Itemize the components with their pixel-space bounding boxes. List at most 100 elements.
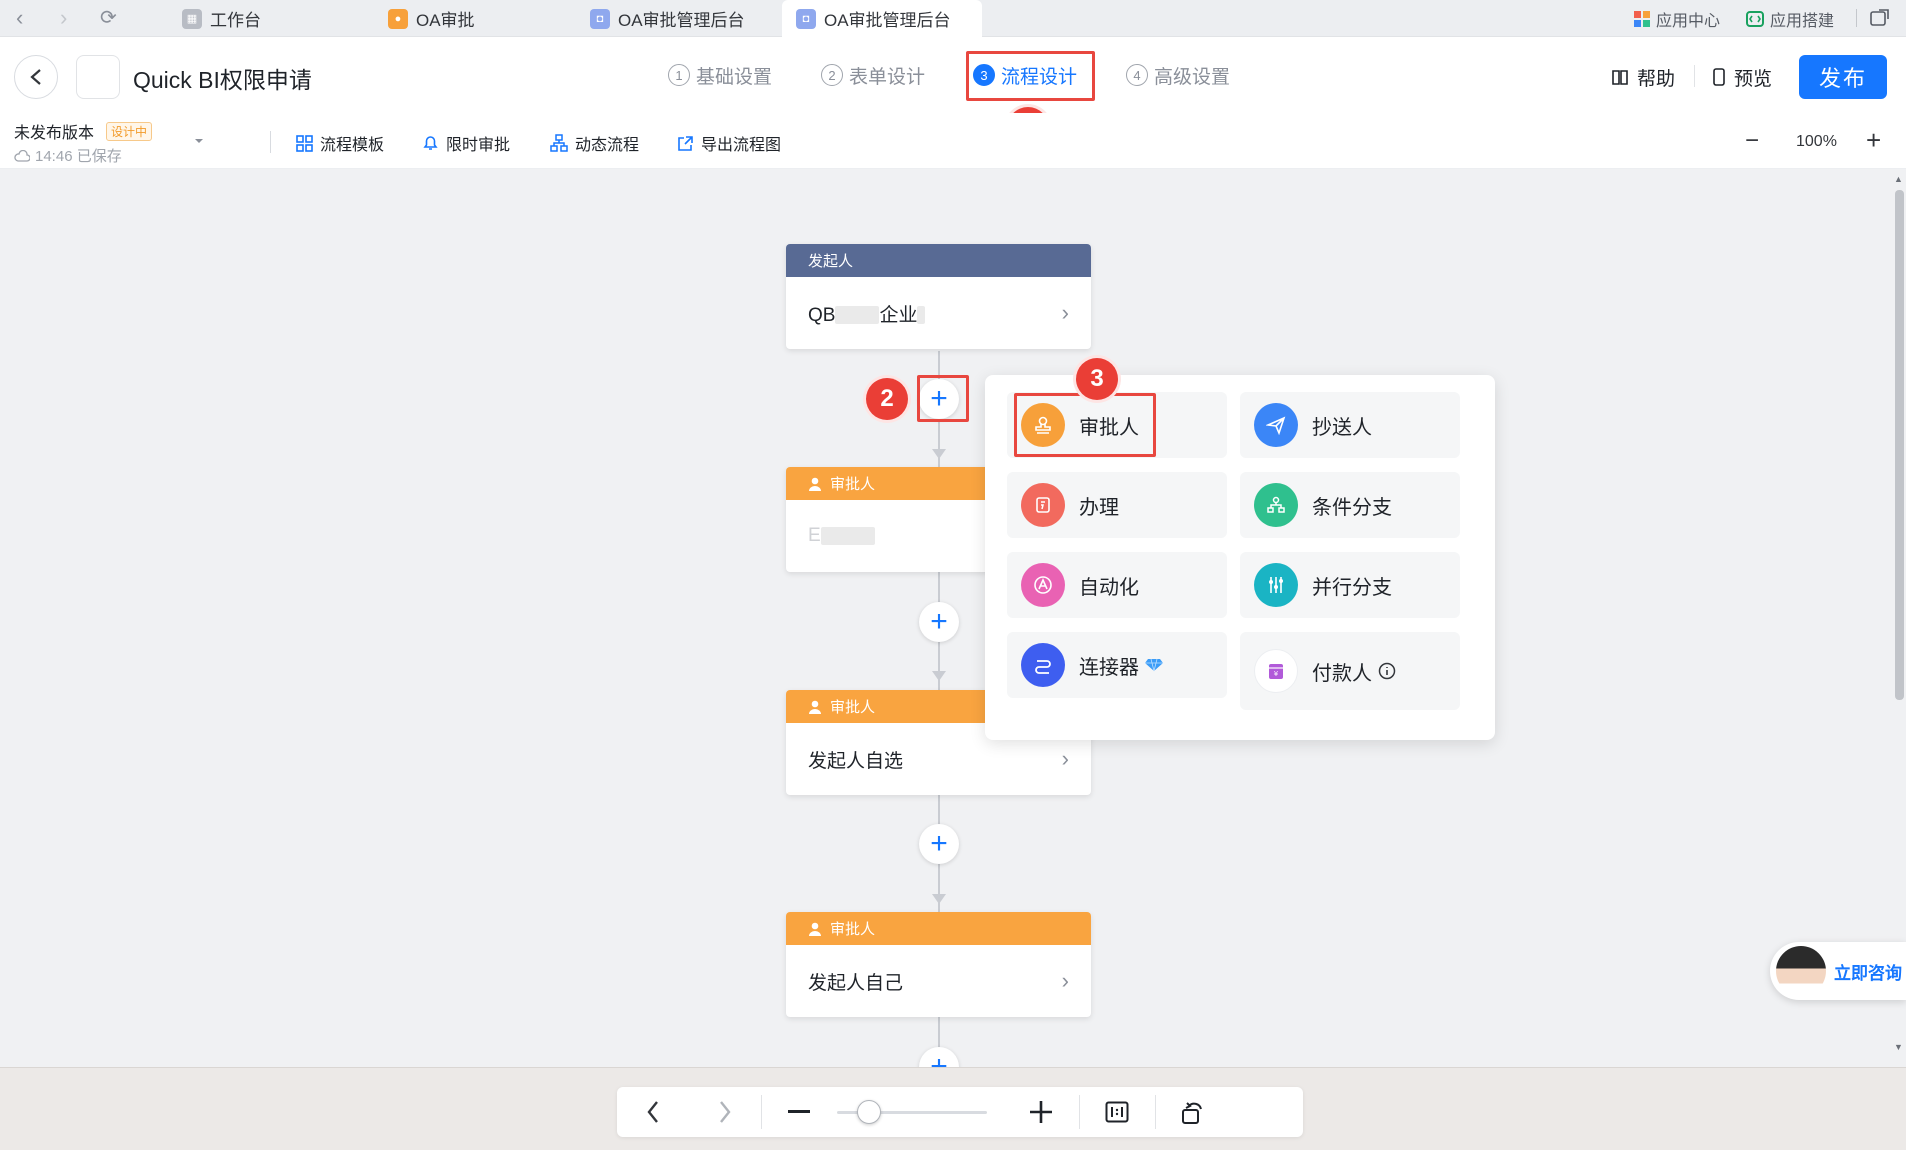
redacted-text <box>820 526 875 545</box>
workbench-icon: ▦ <box>182 8 202 29</box>
window-icon[interactable] <box>1870 9 1890 27</box>
person-icon <box>809 477 821 491</box>
node-header: 发起人 <box>786 244 1091 277</box>
node-type-connector[interactable]: 连接器 <box>1007 632 1227 698</box>
bell-icon <box>423 136 438 150</box>
dynamic-process-button[interactable]: 动态流程 <box>550 131 639 155</box>
caret-down-icon[interactable] <box>193 137 205 145</box>
automation-icon <box>1021 563 1065 607</box>
dynamic-label: 动态流程 <box>575 137 640 154</box>
add-node-button[interactable]: + <box>919 1047 959 1067</box>
step-label: 基础设置 <box>696 66 773 88</box>
step-form-design[interactable]: 2 表单设计 <box>821 59 925 91</box>
tab-label: OA审批 <box>416 11 475 30</box>
actual-size-icon <box>1105 1101 1129 1123</box>
zoom-out-button[interactable]: − <box>1745 127 1759 155</box>
avatar <box>1776 946 1826 996</box>
divider <box>761 1095 762 1129</box>
scroll-down-icon[interactable]: ▼ <box>1894 1042 1903 1052</box>
node-content: QB 企业 <box>808 300 926 327</box>
next-button[interactable] <box>689 1087 761 1137</box>
refresh-icon[interactable]: ⟳ <box>100 4 117 32</box>
publish-button[interactable]: 发布 <box>1799 55 1887 99</box>
connector-arrow <box>932 449 946 459</box>
node-type-label: 自动化 <box>1079 576 1139 599</box>
scroll-up-icon[interactable]: ▲ <box>1894 174 1903 184</box>
app-center-icon <box>1634 10 1650 27</box>
node-text: QB <box>808 304 836 326</box>
help-button[interactable]: 帮助 <box>1611 61 1675 93</box>
node-type-cc[interactable]: 抄送人 <box>1240 392 1460 458</box>
annotation-marker-2: 2 <box>866 378 908 420</box>
highlight-box-step <box>966 51 1095 101</box>
svg-text:¥: ¥ <box>1274 670 1279 678</box>
rotate-button[interactable] <box>1157 1087 1229 1137</box>
preview-button[interactable]: 预览 <box>1712 61 1772 93</box>
wallet-icon: ¥ <box>1254 649 1298 693</box>
divider <box>1155 1095 1156 1129</box>
step-basic-settings[interactable]: 1 基础设置 <box>668 59 772 91</box>
node-type-label: 并行分支 <box>1312 576 1392 599</box>
divider <box>1079 1095 1080 1129</box>
status-badge: 设计中 <box>106 121 153 141</box>
flow-canvas[interactable]: 发起人 QB 企业 › + 2 审批人 E + 审批人 发起人自选 › + 审批… <box>0 169 1890 1067</box>
step-advanced-settings[interactable]: 4 高级设置 <box>1126 59 1230 91</box>
zoom-level: 100% <box>1796 133 1837 150</box>
diamond-icon <box>1145 658 1163 672</box>
node-content: E <box>808 525 875 547</box>
zoom-slider-handle[interactable] <box>857 1100 881 1124</box>
prev-button[interactable] <box>617 1087 689 1137</box>
process-template-button[interactable]: 流程模板 <box>296 131 384 155</box>
tab-label: 工作台 <box>210 11 261 30</box>
browser-tab-oa-admin-active[interactable]: ◘ OA审批管理后台 <box>782 0 982 37</box>
time-limit-button[interactable]: 限时审批 <box>422 131 510 155</box>
initiator-node[interactable]: 发起人 QB 企业 › <box>786 244 1091 349</box>
browser-tab-oa[interactable]: ● OA审批 <box>374 0 489 37</box>
tab-label: OA审批管理后台 <box>824 11 951 30</box>
node-type-payer[interactable]: ¥ 付款人 <box>1240 632 1460 710</box>
preview-label: 预览 <box>1734 68 1773 90</box>
back-arrow-icon[interactable]: ‹ <box>16 4 23 32</box>
app-center-link[interactable]: 应用中心 <box>1634 0 1720 37</box>
node-type-parallel-branch[interactable]: 并行分支 <box>1240 552 1460 618</box>
connector-arrow <box>932 894 946 904</box>
scrollbar-thumb[interactable] <box>1895 190 1904 700</box>
export-flowchart-button[interactable]: 导出流程图 <box>677 131 781 155</box>
add-node-button[interactable]: + <box>919 602 959 642</box>
person-icon <box>809 700 821 714</box>
step-label: 高级设置 <box>1154 66 1231 88</box>
app-build-link[interactable]: 应用搭建 <box>1746 0 1834 37</box>
annotation-marker-3: 3 <box>1076 358 1118 400</box>
zoom-in-button[interactable] <box>1005 1087 1077 1137</box>
browser-tab-workbench[interactable]: ▦ 工作台 <box>168 0 275 37</box>
add-node-button[interactable]: + <box>919 824 959 864</box>
node-header: 审批人 <box>786 912 1091 945</box>
app-build-label: 应用搭建 <box>1770 12 1835 30</box>
minus-icon <box>788 1110 810 1113</box>
save-status: 14:46 已保存 <box>14 145 122 166</box>
back-button[interactable] <box>14 55 58 99</box>
app-icon: ◘ <box>796 8 816 29</box>
zoom-in-button[interactable]: + <box>1866 125 1881 156</box>
node-type-label: 条件分支 <box>1312 496 1392 519</box>
forward-arrow-icon[interactable]: › <box>60 4 67 32</box>
node-text: 发起人自选 <box>808 750 904 772</box>
node-type-label: 抄送人 <box>1312 416 1372 439</box>
info-icon[interactable] <box>1378 662 1396 680</box>
node-type-condition-branch[interactable]: 条件分支 <box>1240 472 1460 538</box>
browser-tab-oa-admin[interactable]: ◘ OA审批管理后台 <box>576 0 759 37</box>
step-label: 表单设计 <box>849 66 926 88</box>
actual-size-button[interactable] <box>1081 1087 1153 1137</box>
step-number: 4 <box>1126 64 1148 86</box>
node-title: 审批人 <box>830 699 876 716</box>
node-type-handle[interactable]: 办理 <box>1007 472 1227 538</box>
zoom-out-button[interactable] <box>763 1087 835 1137</box>
consult-widget[interactable]: 立即咨询 <box>1770 942 1906 1000</box>
node-type-label: 付款人 <box>1312 662 1372 685</box>
approver-node[interactable]: 审批人 发起人自己 › <box>786 912 1091 1017</box>
divider <box>1856 9 1857 27</box>
node-body: 发起人自己 › <box>786 945 1091 1017</box>
help-label: 帮助 <box>1637 68 1676 90</box>
node-type-automation[interactable]: 自动化 <box>1007 552 1227 618</box>
node-text: 发起人自己 <box>808 972 904 994</box>
